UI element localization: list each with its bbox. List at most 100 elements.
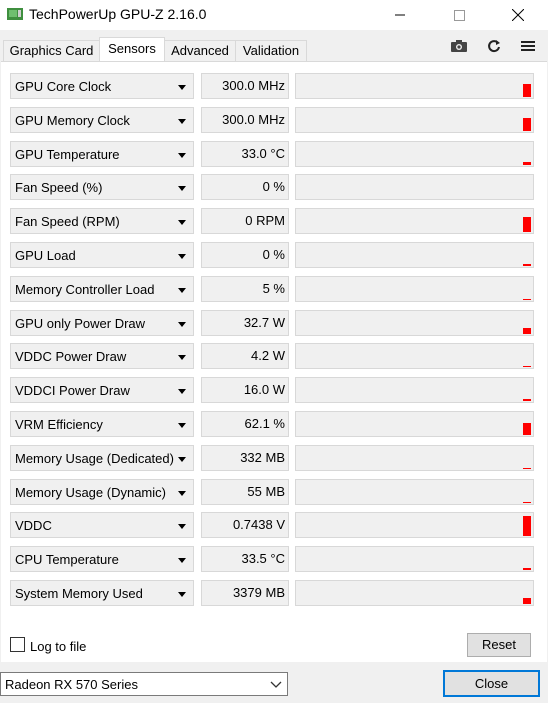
sensor-graph [295, 580, 534, 606]
chevron-down-icon [270, 681, 282, 688]
sensor-value: 332 MB [201, 444, 289, 471]
sensor-select[interactable]: CPU Temperature [10, 546, 194, 573]
sensor-label: Memory Usage (Dynamic) [15, 484, 166, 500]
sensor-select[interactable]: GPU Temperature [10, 140, 194, 167]
sensor-select[interactable]: Fan Speed (%) [10, 174, 194, 201]
window-title: TechPowerUp GPU-Z 2.16.0 [29, 6, 207, 22]
device-select[interactable]: Radeon RX 570 Series [0, 672, 288, 696]
dropdown-arrow-icon [178, 152, 186, 158]
menu-icon[interactable] [519, 38, 537, 54]
close-button[interactable]: Close [443, 670, 540, 697]
sensor-label: Fan Speed (RPM) [15, 214, 120, 230]
sensor-graph [295, 275, 534, 302]
sensor-label: VRM Efficiency [15, 417, 103, 432]
sensor-graph-bar [523, 399, 531, 402]
sensor-value: 33.5 °C [201, 546, 289, 573]
tab-sensors[interactable]: Sensors [99, 37, 165, 62]
sensor-value: 0 % [201, 174, 289, 201]
sensor-graph-bar [523, 264, 531, 266]
sensor-label: VDDC [15, 518, 52, 534]
sensor-graph-bar [523, 327, 531, 334]
sensor-value: 300.0 MHz [201, 106, 289, 133]
sensor-row-cpu-temperature: CPU Temperature 33.5 °C [1, 546, 547, 574]
sensor-graph [295, 106, 534, 133]
sensor-select[interactable]: GPU only Power Draw [10, 309, 194, 336]
sensor-row-memory-usage-dynamic: Memory Usage (Dynamic) 55 MB [1, 478, 547, 507]
dropdown-arrow-icon [178, 321, 186, 327]
sensor-graph-bar [523, 501, 531, 503]
sensor-select[interactable]: VRM Efficiency [10, 411, 194, 437]
dropdown-arrow-icon [178, 423, 186, 428]
title-bar: TechPowerUp GPU-Z 2.16.0 [0, 0, 548, 30]
sensor-select[interactable]: VDDCI Power Draw [10, 377, 194, 404]
sensor-graph [295, 377, 534, 404]
dropdown-arrow-icon [178, 490, 186, 496]
sensor-label: VDDCI Power Draw [15, 383, 130, 399]
sensor-graph-bar [523, 423, 531, 435]
tab-graphics-card[interactable]: Graphics Card [3, 40, 100, 61]
sensor-graph [295, 140, 534, 167]
dropdown-arrow-icon [178, 389, 186, 395]
device-select-value: Radeon RX 570 Series [5, 677, 138, 692]
sensor-label: Memory Controller Load [15, 281, 155, 297]
tab-validation[interactable]: Validation [235, 40, 307, 61]
sensor-row-vddc: VDDC 0.7438 V [1, 512, 547, 540]
sensor-select[interactable]: VDDC Power Draw [10, 343, 194, 370]
refresh-icon[interactable] [485, 38, 503, 54]
sensor-graph [295, 343, 534, 370]
sensor-select[interactable]: GPU Memory Clock [10, 106, 194, 133]
tab-advanced[interactable]: Advanced [164, 40, 236, 61]
sensor-graph-bar [523, 117, 531, 131]
dropdown-arrow-icon [178, 220, 186, 226]
sensor-value: 0 RPM [201, 208, 289, 235]
sensor-label: Fan Speed (%) [15, 180, 103, 196]
sensor-value: 33.0 °C [201, 140, 289, 167]
sensor-select[interactable]: GPU Core Clock [10, 73, 194, 99]
log-to-file-checkbox[interactable] [10, 637, 25, 652]
sensor-select[interactable]: Memory Usage (Dedicated) [10, 444, 194, 471]
sensor-select[interactable]: GPU Load [10, 242, 194, 268]
sensor-select[interactable]: Memory Usage (Dynamic) [10, 478, 194, 505]
sensor-row-system-memory-used: System Memory Used 3379 MB [1, 580, 547, 608]
sensor-graph-bar [523, 84, 531, 97]
sensor-graph [295, 512, 534, 539]
minimize-icon [395, 14, 405, 16]
sensor-value: 0 % [201, 242, 289, 268]
sensor-value: 4.2 W [201, 343, 289, 370]
close-icon [512, 9, 524, 21]
sensor-graph-bar [523, 366, 531, 368]
sensor-graph-bar [523, 298, 531, 300]
sensor-row-gpu-core-clock: GPU Core Clock 300.0 MHz [1, 73, 547, 101]
window-close-button[interactable] [495, 0, 541, 30]
dropdown-arrow-icon [178, 186, 186, 192]
minimize-button[interactable] [377, 0, 423, 30]
sensor-graph [295, 411, 534, 437]
sensor-value: 55 MB [201, 478, 289, 505]
sensor-graph-bar [523, 217, 531, 233]
sensor-graph [295, 444, 534, 471]
sensor-graph [295, 73, 534, 99]
sensor-select[interactable]: Memory Controller Load [10, 275, 194, 302]
sensor-label: System Memory Used [15, 586, 143, 601]
sensor-row-gpu-memory-clock: GPU Memory Clock 300.0 MHz [1, 106, 547, 135]
sensor-select[interactable]: VDDC [10, 512, 194, 539]
sensor-graph [295, 309, 534, 336]
camera-icon[interactable] [450, 38, 468, 54]
sensor-value: 300.0 MHz [201, 73, 289, 99]
sensor-graph [295, 546, 534, 573]
dropdown-arrow-icon [178, 456, 186, 462]
sensor-label: GPU Temperature [15, 146, 120, 162]
sensor-label: GPU only Power Draw [15, 315, 146, 331]
sensor-value: 3379 MB [201, 580, 289, 606]
sensor-graph [295, 478, 534, 505]
sensor-select[interactable]: Fan Speed (RPM) [10, 208, 194, 235]
maximize-button[interactable] [436, 0, 482, 30]
reset-button[interactable]: Reset [467, 633, 531, 657]
sensor-graph-bar [523, 568, 531, 571]
sensor-select[interactable]: System Memory Used [10, 580, 194, 606]
sensor-graph [295, 174, 534, 201]
sensor-value: 5 % [201, 275, 289, 302]
sensor-row-gpu-only-power-draw: GPU only Power Draw 32.7 W [1, 309, 547, 338]
sensor-value: 0.7438 V [201, 512, 289, 539]
sensor-value: 62.1 % [201, 411, 289, 437]
